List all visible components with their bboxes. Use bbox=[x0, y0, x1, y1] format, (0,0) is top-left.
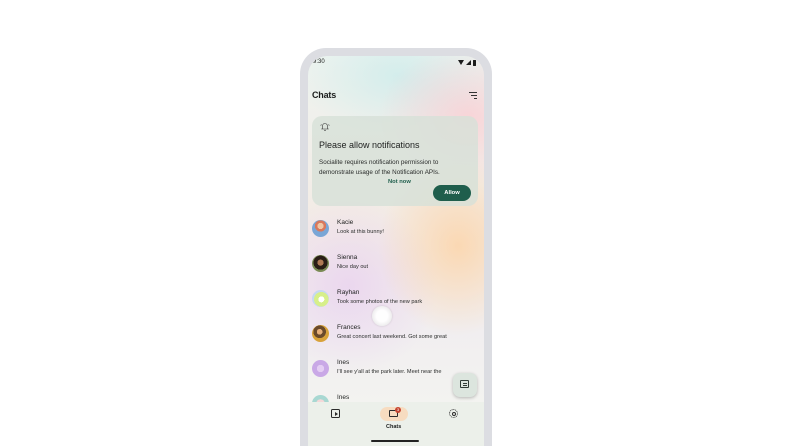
page-title: Chats bbox=[312, 90, 337, 100]
battery-icon bbox=[473, 59, 476, 66]
chat-list-item[interactable]: Sienna Nice day out bbox=[308, 250, 484, 282]
avatar bbox=[312, 360, 329, 377]
chat-name: Kacie bbox=[337, 219, 354, 226]
chat-list-item[interactable]: Kacie Look at this bunny! bbox=[308, 215, 484, 247]
new-message-icon bbox=[460, 380, 469, 388]
signal-icon bbox=[466, 60, 471, 65]
bottom-navigation: 3 Chats bbox=[308, 402, 484, 446]
status-icons bbox=[458, 59, 476, 66]
bell-alert-icon bbox=[320, 123, 330, 131]
chat-name: Ines bbox=[337, 359, 350, 366]
chat-list-item[interactable]: Rayhan Took some photos of the new park bbox=[308, 285, 484, 317]
chat-message: Took some photos of the new park bbox=[337, 299, 423, 305]
nav-label-chats: Chats bbox=[386, 424, 402, 430]
chat-name: Sienna bbox=[337, 254, 358, 261]
chat-name: Frances bbox=[337, 324, 361, 331]
filter-list-icon[interactable] bbox=[469, 92, 477, 99]
unread-badge: 3 bbox=[395, 407, 401, 413]
chat-name: Rayhan bbox=[337, 289, 360, 296]
chat-message: Nice day out bbox=[337, 264, 369, 270]
card-heading: Please allow notifications bbox=[319, 140, 420, 150]
touch-indicator bbox=[372, 306, 392, 326]
not-now-button[interactable]: Not now bbox=[388, 179, 411, 185]
status-time: 9:30 bbox=[313, 59, 325, 65]
wifi-icon bbox=[458, 60, 464, 65]
new-message-fab[interactable] bbox=[453, 373, 477, 397]
avatar bbox=[312, 255, 329, 272]
gesture-handle bbox=[371, 440, 419, 442]
chat-message: Great concert last weekend. Got some gre… bbox=[337, 334, 447, 340]
gear-icon[interactable] bbox=[449, 409, 458, 418]
chat-list-item[interactable]: Frances Great concert last weekend. Got … bbox=[308, 320, 484, 352]
chat-message: I'll see y'all at the park later. Meet n… bbox=[337, 369, 442, 375]
avatar bbox=[312, 325, 329, 342]
phone-frame: 9:30 Chats Please allow notifications So… bbox=[300, 48, 492, 446]
app-screen: 9:30 Chats Please allow notifications So… bbox=[308, 56, 484, 446]
avatar bbox=[312, 220, 329, 237]
chat-message: Look at this bunny! bbox=[337, 229, 384, 235]
card-body: Socialite requires notification permissi… bbox=[319, 159, 440, 176]
allow-button[interactable]: Allow bbox=[433, 185, 471, 201]
chat-name: Ines bbox=[337, 394, 350, 401]
video-library-icon[interactable] bbox=[331, 409, 340, 418]
status-bar: 9:30 bbox=[308, 56, 484, 70]
avatar bbox=[312, 290, 329, 307]
